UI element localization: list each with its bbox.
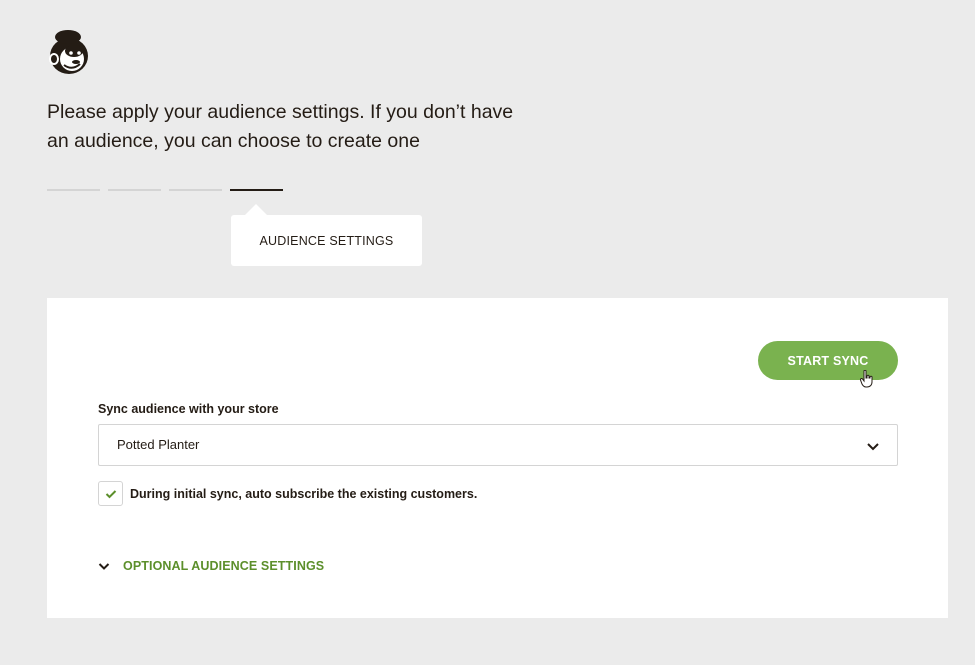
audience-settings-card: START SYNC Sync audience with your store… xyxy=(47,298,948,618)
audience-select[interactable]: Potted Planter xyxy=(98,424,898,466)
auto-subscribe-label: During initial sync, auto subscribe the … xyxy=(130,487,478,501)
optional-audience-settings-label: OPTIONAL AUDIENCE SETTINGS xyxy=(123,559,325,573)
audience-select-value: Potted Planter xyxy=(117,437,200,452)
page-headline: Please apply your audience settings. If … xyxy=(47,101,514,152)
step-3[interactable] xyxy=(169,189,222,191)
hand-cursor-icon xyxy=(860,370,873,388)
chevron-down-icon xyxy=(98,563,110,570)
checkmark-icon xyxy=(105,489,116,498)
sync-audience-label: Sync audience with your store xyxy=(98,402,279,416)
page: Please apply your audience settings. If … xyxy=(0,0,975,665)
chevron-down-icon xyxy=(867,443,879,451)
optional-audience-settings-toggle[interactable]: OPTIONAL AUDIENCE SETTINGS xyxy=(98,559,324,573)
step-4-active[interactable] xyxy=(230,189,283,191)
auto-subscribe-checkbox[interactable] xyxy=(98,481,123,506)
step-2[interactable] xyxy=(108,189,161,191)
tooltip-arrow xyxy=(245,204,267,215)
step-tooltip: AUDIENCE SETTINGS xyxy=(231,215,422,266)
step-tooltip-label: AUDIENCE SETTINGS xyxy=(259,233,394,248)
mailchimp-logo-icon xyxy=(49,30,88,74)
start-sync-label: START SYNC xyxy=(787,353,869,368)
start-sync-button[interactable]: START SYNC xyxy=(758,341,898,380)
step-1[interactable] xyxy=(47,189,100,191)
